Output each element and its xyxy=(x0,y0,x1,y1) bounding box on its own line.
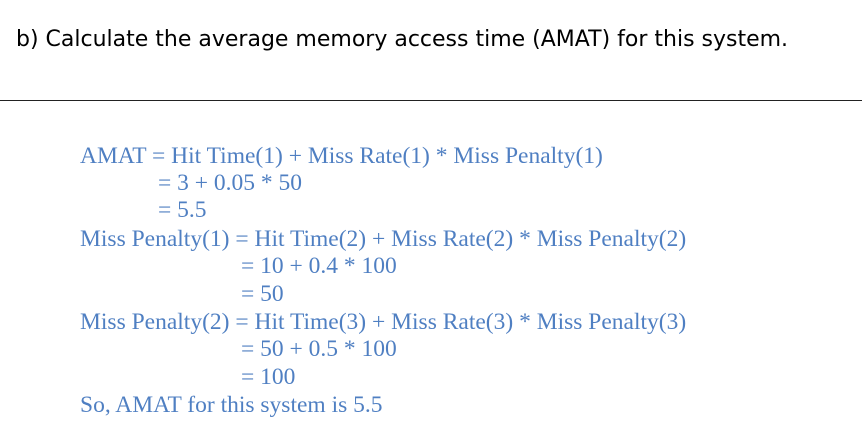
answer-line-penalty2-substitution: = 50 + 0.5 * 100 xyxy=(241,336,397,362)
answer-line-penalty1-substitution: = 10 + 0.4 * 100 xyxy=(241,253,397,279)
document-page: b) Calculate the average memory access t… xyxy=(0,0,862,425)
answer-line-amat-result: = 5.5 xyxy=(158,197,207,223)
answer-line-penalty1-result: = 50 xyxy=(241,281,284,307)
question-text: b) Calculate the average memory access t… xyxy=(16,27,789,52)
answer-line-amat-substitution: = 3 + 0.05 * 50 xyxy=(158,170,303,196)
answer-line-penalty1-formula: Miss Penalty(1) = Hit Time(2) + Miss Rat… xyxy=(80,226,687,252)
answer-line-amat-formula: AMAT = Hit Time(1) + Miss Rate(1) * Miss… xyxy=(80,143,603,169)
answer-line-conclusion: So, AMAT for this system is 5.5 xyxy=(80,392,383,418)
answer-line-penalty2-formula: Miss Penalty(2) = Hit Time(3) + Miss Rat… xyxy=(80,309,687,335)
section-divider xyxy=(0,100,862,101)
answer-line-penalty2-result: = 100 xyxy=(241,364,296,390)
